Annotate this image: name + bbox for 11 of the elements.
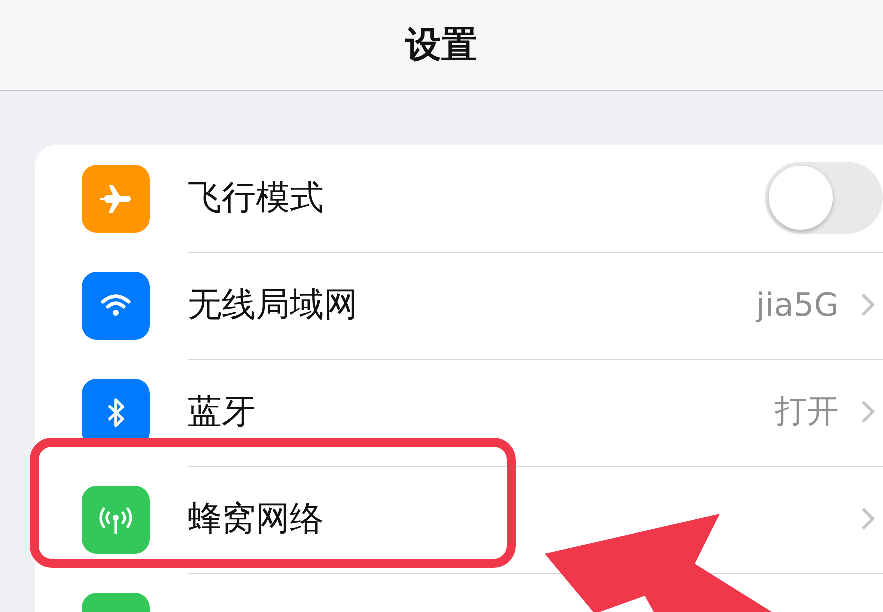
chevron-icon (861, 293, 875, 317)
row-value: jia5G (756, 286, 839, 324)
row-label[interactable]: 无线局域网 (188, 282, 358, 328)
page-title: 设置 (406, 24, 478, 68)
row-label[interactable]: 蓝牙 (188, 389, 256, 435)
row-label[interactable]: 飞行模式 (188, 175, 324, 221)
toggle-switch[interactable] (765, 162, 883, 234)
row-value: 打开 (775, 391, 839, 432)
chevron-icon (861, 507, 875, 531)
row-label[interactable]: 蜂窝网络 (188, 496, 324, 542)
chevron-icon (861, 400, 875, 424)
